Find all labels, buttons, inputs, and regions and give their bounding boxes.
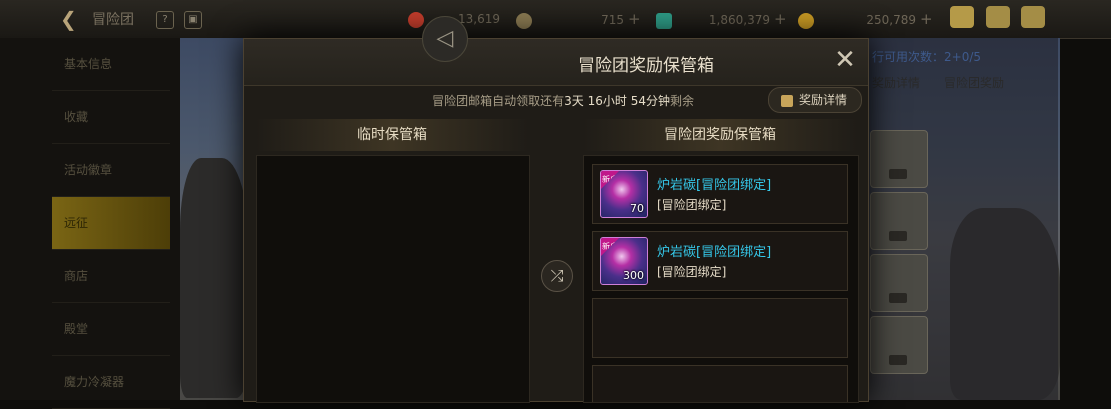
lock-icon [889,293,907,303]
back-arrow-icon[interactable]: ❮ [60,8,82,30]
pouch-icon[interactable] [950,6,974,28]
notice-icon[interactable]: ▣ [184,11,202,29]
sidebar-item-collection[interactable]: 收藏 [52,91,170,144]
sidebar-item-shop[interactable]: 商店 [52,250,170,303]
item-name: 炉岩碳[冒险团绑定] [657,178,772,193]
reward-storage-dialog: 冒险团奖励保管箱 ✕ 冒险团邮箱自动领取还有3天 16小时 54分钟剩余 奖励详… [243,38,869,403]
lava-carbon-icon: 新户 300 [600,237,648,285]
chat-icon[interactable] [1021,6,1045,28]
currency-c: 715 + [516,8,641,30]
add-crystal-button[interactable]: + [774,10,787,28]
item-quantity: 300 [623,269,644,282]
reward-storage-box: 新户 70 炉岩碳[冒险团绑定] [冒险团绑定] 新户 300 炉岩碳[冒险团绑… [583,155,859,403]
sidebar-item-event-badge[interactable]: 活动徽章 [52,144,170,197]
lock-icon [889,231,907,241]
reward-item-slot[interactable]: 新户 70 炉岩碳[冒险团绑定] [冒险团绑定] [592,164,848,224]
c-coin-icon [516,12,532,29]
swap-icon[interactable]: ⤮ [541,260,573,292]
close-icon[interactable]: ✕ [834,47,856,73]
lava-carbon-icon: 新户 70 [600,170,648,218]
locked-slot [870,130,928,188]
gold-coin-icon [798,12,814,29]
adventure-reward-link[interactable]: 冒险团奖励 [944,74,1004,91]
temp-storage-header: 临时保管箱 [256,119,528,151]
item-quantity: 70 [630,202,644,215]
dialog-title: 冒险团奖励保管箱 [578,56,714,76]
attempts-text: 行可用次数：2+0/5 [872,50,982,64]
sidebar-item-condenser[interactable]: 魔力冷凝器 [52,356,170,409]
locked-slot [870,254,928,312]
temp-storage-box [256,155,530,403]
mail-icon[interactable] [986,6,1010,28]
chest-icon [781,94,793,107]
reward-item-slot[interactable]: 新户 300 炉岩碳[冒险团绑定] [冒险团绑定] [592,231,848,291]
trophy-icon [408,11,424,28]
reward-detail-link[interactable]: 奖励详情 [872,74,920,91]
item-binding: [冒险团绑定] [657,198,727,212]
rock-shape [180,158,250,398]
lock-icon [889,355,907,365]
dialog-header: 冒险团奖励保管箱 ✕ [244,39,868,86]
currency-gold: 250,789 + [798,8,933,30]
page-title: 冒险团 [92,12,134,28]
sidebar-item-hall[interactable]: 殿堂 [52,303,170,356]
reward-detail-button[interactable]: 奖励详情 [768,87,862,113]
help-icon[interactable]: ? [156,11,174,29]
currency-crystal: 1,860,379 + [656,8,787,30]
add-gold-button[interactable]: + [920,10,933,28]
locked-slot [870,192,928,250]
sidebar-item-basic-info[interactable]: 基本信息 [52,38,170,91]
add-c-button[interactable]: + [628,10,641,28]
locked-slot [870,316,928,374]
auto-claim-notice: 冒险团邮箱自动领取还有3天 16小时 54分钟剩余 [432,94,694,108]
lock-icon [889,169,907,179]
item-binding: [冒险团绑定] [657,265,727,279]
top-bar: ❮ 冒险团 ? ▣ 13,619 715 + 1,860,379 + 250,789… [0,0,1111,39]
reward-storage-header: 冒险团奖励保管箱 [583,119,857,151]
sidebar-item-expedition[interactable]: 远征 [52,197,170,250]
empty-slot [592,298,848,358]
watermark-logo: ◁ [422,16,468,62]
crystal-icon [656,12,672,29]
empty-slot [592,365,848,402]
item-name: 炉岩碳[冒险团绑定] [657,245,772,260]
